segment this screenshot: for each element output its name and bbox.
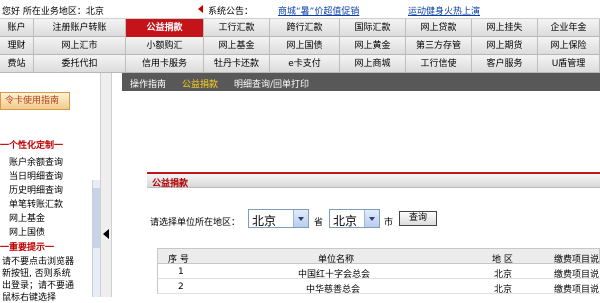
menu-item-charity-donation[interactable]: 公益捐款	[126, 19, 204, 37]
region-label: 请选择单位所在地区：	[150, 218, 241, 228]
menu-item-wealth[interactable]: 理财	[0, 37, 34, 55]
charity-donation-panel: 公益捐款 请选择单位所在地区： 北京 省 北京 市 查询 序 号 单位名称 地 …	[147, 172, 600, 297]
menu-item-icbc-remittance[interactable]: 工行汇款	[204, 19, 270, 37]
sidebar-scrollbar[interactable]	[92, 180, 101, 297]
menu-item-online-forex[interactable]: 网上汇市	[34, 37, 126, 55]
menu-item-online-report-loss[interactable]: 网上挂失	[472, 19, 538, 37]
menu-item-customer-service[interactable]: 客户服务	[472, 55, 538, 73]
menu-item-small-fx-purchase[interactable]: 小额购汇	[126, 37, 204, 55]
panel-title-bar: 公益捐款	[147, 172, 600, 189]
sub-navigation: 操作指南 公益捐款 明细查询/回单打印	[122, 73, 600, 91]
chevron-down-icon[interactable]	[293, 210, 308, 227]
province-suffix: 省	[314, 218, 324, 228]
menu-item-online-bond[interactable]: 网上国债	[270, 37, 340, 55]
menu-row-2: 理财 网上汇市 小额购汇 网上基金 网上国债 网上黄金 第三方存管 网上期货 网…	[0, 37, 600, 55]
city-select[interactable]: 北京	[329, 209, 380, 228]
row-index: 2	[178, 282, 184, 292]
menu-item-third-party-custody[interactable]: 第三方存管	[406, 37, 472, 55]
table-header: 序 号 单位名称 地 区 缴费项目说	[157, 248, 600, 265]
speaker-icon	[198, 5, 203, 13]
menu-item-online-fund[interactable]: 网上基金	[204, 37, 270, 55]
table-row[interactable]: 2 中华慈善总会 北京 缴费项目说	[157, 279, 600, 295]
menu-item-account[interactable]: 账户	[0, 19, 34, 37]
menu-row-3: 费站 委托代扣 信用卡服务 牡丹卡还款 e卡支付 网上商城 工行信使 客户服务 …	[0, 55, 600, 73]
announcement-link-1[interactable]: 商城“暑”价超值促销	[278, 4, 359, 17]
sidebar-toggle-bar[interactable]	[100, 73, 112, 297]
sidebar-link-fund[interactable]: 网上基金	[9, 211, 45, 224]
subnav-operation-guide[interactable]: 操作指南	[130, 77, 166, 90]
panel-title: 公益捐款	[152, 179, 189, 189]
sidebar: 令卡使用指南 一个性化定制一 账户余额查询 当日明细查询 历史明细查询 单笔转账…	[0, 73, 100, 303]
sidebar-link-history-detail[interactable]: 历史明细查询	[9, 183, 63, 196]
menu-item-e-card-payment[interactable]: e卡支付	[270, 55, 340, 73]
row-index: 1	[178, 267, 184, 277]
row-fee-item[interactable]: 缴费项目说	[554, 282, 599, 295]
business-region: 您好 所在业务地区：北京	[2, 7, 104, 17]
menu-item-online-gold[interactable]: 网上黄金	[340, 37, 406, 55]
query-button[interactable]: 查询	[399, 211, 437, 226]
announcement-label: 系统公告：	[208, 7, 254, 17]
menu-item-online-futures[interactable]: 网上期货	[472, 37, 538, 55]
sidebar-link-bond[interactable]: 网上国债	[9, 225, 45, 238]
menu-item-interbank-remittance[interactable]: 跨行汇款	[270, 19, 340, 37]
table-row[interactable]: 1 中国红十字会总会 北京 缴费项目说	[157, 264, 600, 280]
chevron-down-icon[interactable]	[364, 210, 379, 227]
personal-section-heading: 一个性化定制一	[0, 141, 64, 151]
menu-item-icbc-messenger[interactable]: 工行信使	[406, 55, 472, 73]
menu-item-online-loan[interactable]: 网上贷款	[406, 19, 472, 37]
menu-item-credit-card-service[interactable]: 信用卡服务	[126, 55, 204, 73]
collapse-arrow-icon[interactable]	[103, 229, 109, 239]
subnav-detail-query[interactable]: 明细查询/回单打印	[234, 77, 309, 90]
sidebar-link-single-transfer[interactable]: 单笔转账汇款	[9, 197, 63, 210]
city-suffix: 市	[384, 218, 394, 228]
province-value: 北京	[252, 214, 277, 228]
menu-item-payment-station[interactable]: 费站	[0, 55, 34, 73]
row-region: 北京	[494, 285, 513, 295]
menu-item-u-shield-management[interactable]: U盾管理	[538, 55, 600, 73]
card-guide-button[interactable]: 令卡使用指南	[0, 92, 70, 110]
subnav-charity-donation[interactable]: 公益捐款	[182, 77, 218, 90]
row-unit-name[interactable]: 中华慈善总会	[306, 282, 360, 295]
menu-item-international-remittance[interactable]: 国际汇款	[340, 19, 406, 37]
city-value: 北京	[333, 214, 358, 228]
menu-item-enterprise-annuity[interactable]: 企业年金	[538, 19, 600, 37]
announcement-link-2[interactable]: 运动健身火热上演	[408, 4, 480, 17]
sidebar-link-balance[interactable]: 账户余额查询	[9, 155, 63, 168]
menu-item-registered-transfer[interactable]: 注册账户转账	[34, 19, 126, 37]
menu-row-1: 账户 注册账户转账 公益捐款 工行汇款 跨行汇款 国际汇款 网上贷款 网上挂失 …	[0, 19, 600, 37]
province-select[interactable]: 北京	[248, 209, 309, 228]
menu-item-online-mall[interactable]: 网上商城	[340, 55, 406, 73]
sidebar-link-today-detail[interactable]: 当日明细查询	[9, 169, 63, 182]
notice-section-heading: 一重要提示一	[0, 243, 55, 253]
menu-item-peony-card-repayment[interactable]: 牡丹卡还款	[204, 55, 270, 73]
menu-item-online-insurance[interactable]: 网上保险	[538, 37, 600, 55]
menu-item-entrusted-deduction[interactable]: 委托代扣	[34, 55, 126, 73]
top-bar: 您好 所在业务地区：北京 系统公告： 商城“暑”价超值促销 运动健身火热上演	[0, 0, 600, 19]
